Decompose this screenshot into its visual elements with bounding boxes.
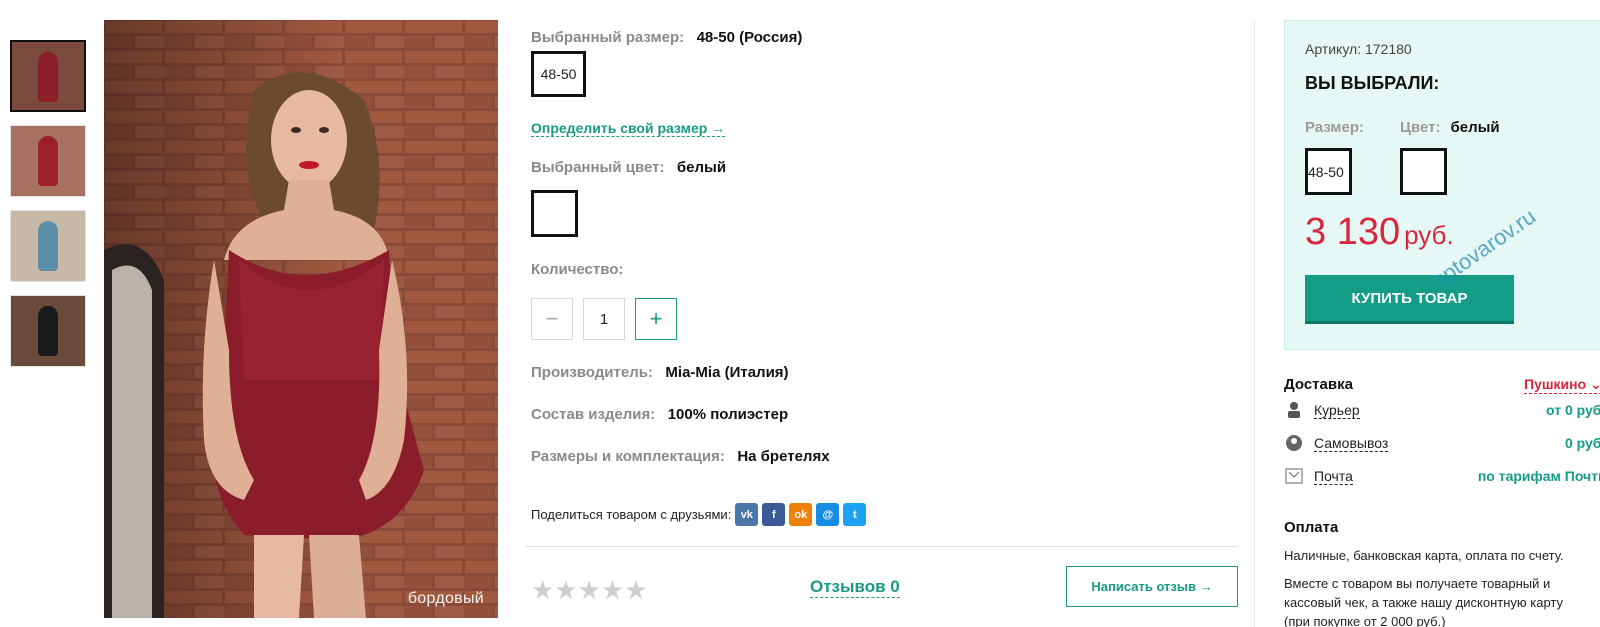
price-currency: руб. — [1404, 220, 1454, 250]
social-buttons: vk f ok @ t — [731, 503, 867, 526]
main-product-photo[interactable]: бордовый — [104, 20, 498, 618]
courier-icon — [1284, 400, 1304, 420]
facebook-icon[interactable]: f — [762, 503, 786, 526]
quantity-decrease-button[interactable]: − — [531, 298, 573, 340]
moimir-icon[interactable]: @ — [816, 503, 840, 526]
share-row: Поделиться товаром с друзьями: vk f ok @ t — [531, 503, 867, 526]
thumbnail-1[interactable] — [10, 40, 86, 112]
quantity-label: Количество: — [531, 261, 624, 278]
thumbnail-figure — [38, 52, 58, 102]
price: 3 130 руб. — [1305, 211, 1454, 254]
summary-size-swatch: 48-50 — [1305, 148, 1352, 195]
color-swatch-white[interactable] — [531, 190, 578, 237]
delivery-method-link[interactable]: Самовывоз — [1314, 435, 1389, 452]
buy-button[interactable]: КУПИТЬ ТОВАР — [1305, 275, 1514, 324]
thumbnail-figure — [38, 306, 58, 356]
reviews-count-link[interactable]: Отзывов 0 — [810, 577, 900, 598]
thumbnail-3[interactable] — [10, 210, 86, 282]
selected-color-row: Выбранный цвет: белый — [531, 159, 726, 177]
thumbnail-4[interactable] — [10, 295, 86, 367]
odnoklassniki-icon[interactable]: ok — [789, 503, 813, 526]
rating-stars: ★★★★★ — [531, 575, 648, 605]
order-summary-card: Артикул: 172180 ВЫ ВЫБРАЛИ: Размер: Цвет… — [1284, 20, 1600, 350]
sizes-kit-label: Размеры и комплектация: — [531, 448, 725, 465]
payment-discount-note: (при покупке от 2 000 руб.) — [1284, 614, 1446, 627]
maker-label: Производитель: — [531, 364, 653, 381]
size-option-48-50[interactable]: 48-50 — [531, 51, 586, 97]
summary-size-label: Размер: — [1305, 119, 1365, 136]
delivery-method-price: от 0 рубл — [1546, 402, 1600, 418]
thumbnail-figure — [38, 136, 58, 186]
russian-post-icon — [1284, 466, 1304, 486]
selected-color-label: Выбранный цвет: — [531, 159, 665, 176]
product-photo-image — [104, 20, 498, 618]
twitter-icon[interactable]: t — [843, 503, 867, 526]
delivery-method-link[interactable]: Почта — [1314, 468, 1353, 485]
summary-color-value: белый — [1450, 119, 1500, 136]
divider — [526, 546, 1238, 547]
price-amount: 3 130 — [1305, 211, 1401, 253]
delivery-method-row: Почта — [1284, 466, 1353, 486]
payment-title: Оплата — [1284, 519, 1339, 536]
vk-icon[interactable]: vk — [735, 503, 759, 526]
selected-size-row: Выбранный размер: 48-50 (Россия) — [531, 29, 802, 47]
thumbnail-figure — [38, 221, 58, 271]
selected-size-label: Выбранный размер: — [531, 29, 685, 46]
delivery-method-price: по тарифам Почты — [1477, 468, 1600, 484]
summary-size-value: 48-50 — [1308, 163, 1344, 180]
maker-value: Mia-Mia (Италия) — [665, 364, 789, 381]
selected-size-value: 48-50 (Россия) — [696, 29, 803, 46]
delivery-method-price: 0 рубл — [1564, 435, 1600, 451]
summary-color-swatch — [1400, 148, 1447, 195]
sizes-kit-value: На бретелях — [737, 448, 830, 465]
product-page: бордовый Выбранный размер: 48-50 (Россия… — [0, 0, 1600, 627]
write-review-button[interactable]: Написать отзыв → — [1066, 566, 1238, 607]
photo-color-label: бордовый — [407, 590, 484, 607]
quantity-stepper: − + — [531, 298, 677, 340]
quantity-increase-button[interactable]: + — [635, 298, 677, 340]
material-label: Состав изделия: — [531, 406, 656, 423]
thumbnail-2[interactable] — [10, 125, 86, 197]
pickup-pin-icon — [1284, 433, 1304, 453]
summary-color-row: Цвет: белый — [1400, 119, 1500, 136]
quantity-input[interactable] — [583, 298, 625, 340]
delivery-method-row: Самовывоз — [1284, 433, 1389, 453]
size-guide-link[interactable]: Определить свой размер → — [531, 120, 726, 137]
delivery-method-link[interactable]: Курьер — [1314, 402, 1360, 419]
summary-color-label: Цвет: — [1400, 119, 1441, 136]
delivery-title: Доставка — [1284, 376, 1353, 393]
column-divider — [1254, 20, 1255, 627]
selected-color-value: белый — [676, 159, 727, 176]
material-value: 100% полиэстер — [667, 406, 789, 423]
product-options: Выбранный размер: 48-50 (Россия) 48-50 О… — [526, 0, 1243, 627]
article-number: Артикул: 172180 — [1305, 41, 1412, 57]
delivery-city-select[interactable]: Пушкино ⌄ — [1524, 376, 1600, 394]
delivery-method-row: Курьер — [1284, 400, 1360, 420]
chosen-title: ВЫ ВЫБРАЛИ: — [1305, 73, 1440, 93]
thumbnail-list — [10, 40, 88, 380]
payment-receipt-text: Вместе с товаром вы получаете товарный и… — [1284, 576, 1564, 610]
payment-methods-text: Наличные, банковская карта, оплата по сч… — [1284, 548, 1564, 563]
share-label: Поделиться товаром с друзьями: — [531, 507, 732, 522]
